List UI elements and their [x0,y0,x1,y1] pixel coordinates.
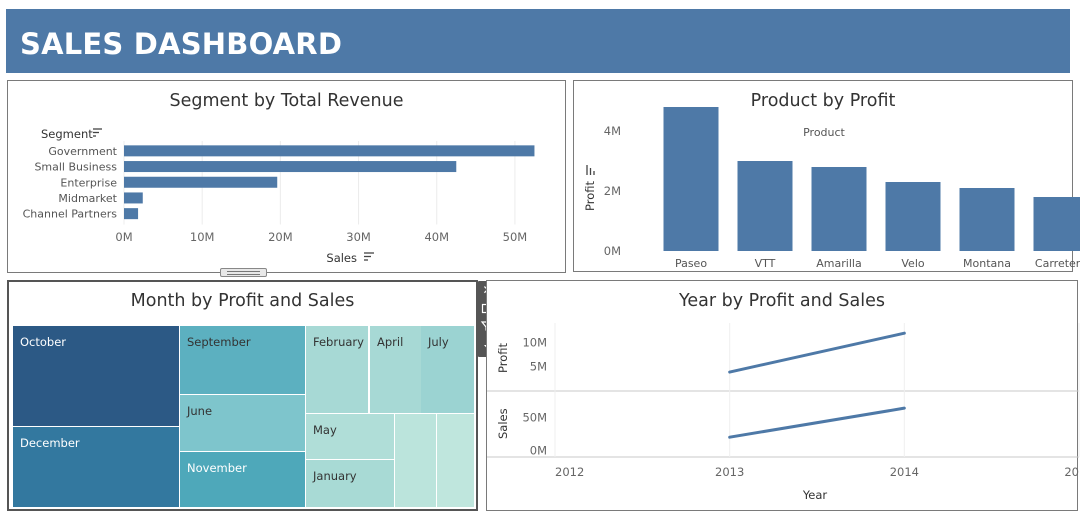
x-tick-label: 2013 [715,465,744,479]
product-column-header: Product [803,126,845,139]
treemap-cell-label: May [313,423,337,437]
y-tick-label: 0M [604,244,621,258]
product-bar [812,167,867,251]
treemap-cell[interactable]: February [306,326,369,414]
year-line-chart[interactable]: Profit Sales Year 2012 2013 2014 2015 5M 10M 0… [487,281,1079,512]
month-treemap[interactable]: October December September June November Febr… [13,326,475,508]
sort-icon[interactable] [587,165,594,175]
treemap-cell[interactable]: July [421,326,475,414]
treemap-cell-label: December [20,436,80,450]
y-tick-label: 5M [530,360,547,374]
segment-x-axis-label: Sales [326,251,357,265]
product-label: VTT [755,257,776,270]
sort-icon[interactable] [364,253,374,260]
y-tick-label: 2M [604,184,621,198]
x-tick-label: 2015 [1064,465,1080,479]
segment-label: Government [48,145,117,158]
dashboard-header: SALES DASHBOARD [6,9,1070,73]
x-tick-label: 2012 [555,465,584,479]
segment-label: Enterprise [60,176,117,189]
month-panel-title: Month by Profit and Sales [9,290,476,312]
month-panel[interactable]: Month by Profit and Sales October Decembe… [7,280,478,511]
product-bar [1034,197,1080,251]
x-tick-label: 0M [115,230,132,244]
treemap-cell[interactable] [437,414,475,508]
treemap-cell[interactable]: January [306,460,395,508]
year-x-axis-label: Year [802,488,828,502]
treemap-cell-label: September [187,335,251,349]
treemap-cell-label: January [313,469,357,483]
product-label: Montana [963,257,1011,270]
product-panel[interactable]: Product by Profit Product Profit 0M2M4MP… [573,80,1073,272]
segment-bar-chart[interactable]: Segment Sales 0M 10M 20M 30M 40M 50M Governmen… [8,81,567,274]
segment-bar [124,192,143,203]
y-tick-label: 10M [522,335,547,349]
treemap-cell[interactable]: June [180,395,306,452]
treemap-cell-label: April [377,335,403,349]
treemap-cell[interactable]: December [13,427,180,508]
treemap-cell-label: November [187,461,247,475]
product-bar [886,182,941,251]
series-line [730,333,905,372]
profit-axis-label: Profit [496,343,510,373]
treemap-cell-label: July [428,335,449,349]
dashboard-title: SALES DASHBOARD [20,27,342,61]
segment-bar [124,177,277,188]
treemap-cell[interactable] [395,414,437,508]
series-line [730,408,905,437]
product-label: Carretera [1035,257,1080,270]
x-tick-label: 10M [190,230,215,244]
product-bar [738,161,793,251]
segment-label: Small Business [34,161,117,174]
segment-label: Midmarket [58,192,117,205]
treemap-cell[interactable]: November [180,452,306,508]
product-bar [664,107,719,251]
year-panel[interactable]: Year by Profit and Sales Profit Sales Ye… [486,280,1078,511]
y-tick-label: 0M [530,443,547,457]
product-label: Velo [901,257,924,270]
x-tick-label: 50M [503,230,528,244]
product-label: Paseo [675,257,707,270]
segment-row-header: Segment [41,127,93,141]
segment-bar [124,161,456,172]
treemap-cell[interactable]: October [13,326,180,427]
product-bar [960,188,1015,251]
product-bar-chart[interactable]: Product Profit 0M 2M 4M Paseo VTT Amarilla Vel… [574,81,1074,273]
x-tick-label: 30M [346,230,371,244]
segment-label: Channel Partners [23,208,118,221]
y-tick-label: 50M [522,410,547,424]
resize-handle[interactable] [220,268,267,277]
sales-axis-label: Sales [496,408,510,439]
sort-icon[interactable] [93,129,102,136]
segment-bar [124,145,534,156]
product-label: Amarilla [816,257,861,270]
treemap-cell[interactable]: April [370,326,422,414]
x-tick-label: 40M [424,230,449,244]
x-tick-label: 2014 [890,465,919,479]
treemap-cell[interactable]: September [180,326,306,395]
y-tick-label: 4M [604,124,621,138]
product-y-axis-label: Profit [583,181,597,211]
treemap-cell-label: February [313,335,364,349]
x-tick-label: 20M [268,230,293,244]
treemap-cell-label: June [187,404,212,418]
segment-panel[interactable]: Segment by Total Revenue Segment Sales 0… [7,80,566,273]
treemap-cell[interactable]: May [306,414,395,460]
treemap-cell-label: October [20,335,66,349]
segment-bar [124,208,138,219]
